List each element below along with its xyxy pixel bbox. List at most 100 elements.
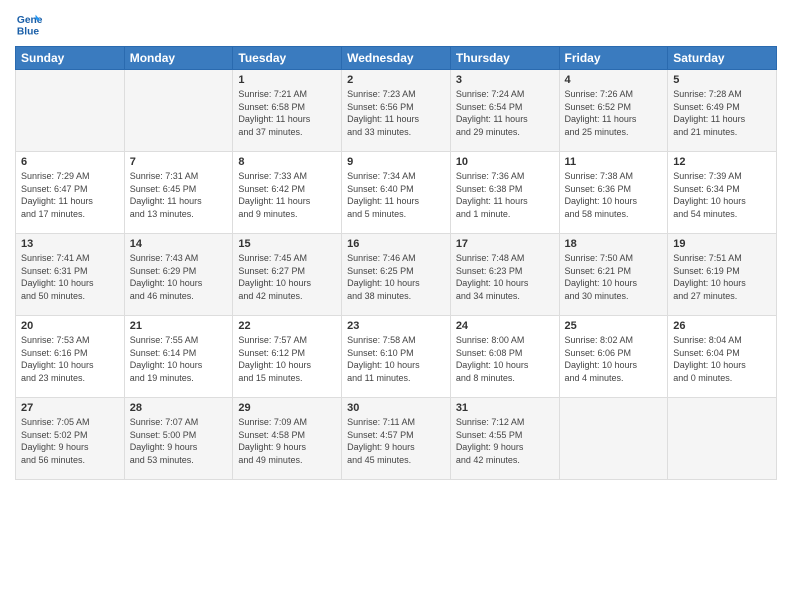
- day-info: Sunrise: 7:46 AM Sunset: 6:25 PM Dayligh…: [347, 252, 445, 302]
- calendar-container: General Blue SundayMondayTuesdayWednesda…: [0, 0, 792, 485]
- calendar-cell: [668, 398, 777, 480]
- day-info: Sunrise: 7:39 AM Sunset: 6:34 PM Dayligh…: [673, 170, 771, 220]
- day-info: Sunrise: 7:31 AM Sunset: 6:45 PM Dayligh…: [130, 170, 228, 220]
- calendar-cell: 25Sunrise: 8:02 AM Sunset: 6:06 PM Dayli…: [559, 316, 668, 398]
- calendar-cell: 6 Sunrise: 7:29 AM Sunset: 6:47 PM Daylig…: [16, 152, 125, 234]
- day-number: 29: [238, 402, 336, 414]
- day-info: Sunrise: 7:34 AM Sunset: 6:40 PM Dayligh…: [347, 170, 445, 220]
- day-number: 21: [130, 320, 228, 332]
- calendar-cell: 13Sunrise: 7:41 AM Sunset: 6:31 PM Dayli…: [16, 234, 125, 316]
- week-row-2: 6 Sunrise: 7:29 AM Sunset: 6:47 PM Daylig…: [16, 152, 777, 234]
- day-number: 22: [238, 320, 336, 332]
- calendar-cell: 31 Sunrise: 7:12 AM Sunset: 4:55 PM Dayli…: [450, 398, 559, 480]
- day-number: 2: [347, 74, 445, 86]
- calendar-cell: [124, 70, 233, 152]
- day-number: 17: [456, 238, 554, 250]
- calendar-cell: 2Sunrise: 7:23 AM Sunset: 6:56 PM Daylig…: [342, 70, 451, 152]
- calendar-cell: 16Sunrise: 7:46 AM Sunset: 6:25 PM Dayli…: [342, 234, 451, 316]
- calendar-cell: 18 Sunrise: 7:50 AM Sunset: 6:21 PM Dayli…: [559, 234, 668, 316]
- calendar-cell: 21 Sunrise: 7:55 AM Sunset: 6:14 PM Dayli…: [124, 316, 233, 398]
- day-info: Sunrise: 7:12 AM Sunset: 4:55 PM Dayligh…: [456, 416, 554, 466]
- calendar-cell: 19 Sunrise: 7:51 AM Sunset: 6:19 PM Dayli…: [668, 234, 777, 316]
- week-row-1: 1 Sunrise: 7:21 AM Sunset: 6:58 PM Daylig…: [16, 70, 777, 152]
- calendar-cell: 8 Sunrise: 7:33 AM Sunset: 6:42 PM Daylig…: [233, 152, 342, 234]
- weekday-header-monday: Monday: [124, 47, 233, 70]
- calendar-cell: 14Sunrise: 7:43 AM Sunset: 6:29 PM Dayli…: [124, 234, 233, 316]
- day-info: Sunrise: 7:29 AM Sunset: 6:47 PM Dayligh…: [21, 170, 119, 220]
- day-number: 5: [673, 74, 771, 86]
- calendar-cell: 7 Sunrise: 7:31 AM Sunset: 6:45 PM Daylig…: [124, 152, 233, 234]
- calendar-cell: 24 Sunrise: 8:00 AM Sunset: 6:08 PM Dayli…: [450, 316, 559, 398]
- day-info: Sunrise: 8:04 AM Sunset: 6:04 PM Dayligh…: [673, 334, 771, 384]
- calendar-cell: 11 Sunrise: 7:38 AM Sunset: 6:36 PM Dayli…: [559, 152, 668, 234]
- calendar-cell: 12 Sunrise: 7:39 AM Sunset: 6:34 PM Dayli…: [668, 152, 777, 234]
- day-number: 9: [347, 156, 445, 168]
- day-info: Sunrise: 7:09 AM Sunset: 4:58 PM Dayligh…: [238, 416, 336, 466]
- calendar-cell: 9 Sunrise: 7:34 AM Sunset: 6:40 PM Daylig…: [342, 152, 451, 234]
- calendar-cell: [16, 70, 125, 152]
- day-number: 19: [673, 238, 771, 250]
- day-number: 8: [238, 156, 336, 168]
- day-info: Sunrise: 7:38 AM Sunset: 6:36 PM Dayligh…: [565, 170, 663, 220]
- calendar-cell: 30 Sunrise: 7:11 AM Sunset: 4:57 PM Dayli…: [342, 398, 451, 480]
- calendar-cell: 5 Sunrise: 7:28 AM Sunset: 6:49 PM Daylig…: [668, 70, 777, 152]
- day-number: 10: [456, 156, 554, 168]
- day-number: 31: [456, 402, 554, 414]
- day-number: 30: [347, 402, 445, 414]
- logo-icon: General Blue: [15, 10, 43, 38]
- weekday-header-friday: Friday: [559, 47, 668, 70]
- day-number: 13: [21, 238, 119, 250]
- calendar-header: General Blue: [15, 10, 777, 38]
- day-number: 25: [565, 320, 663, 332]
- day-info: Sunrise: 7:11 AM Sunset: 4:57 PM Dayligh…: [347, 416, 445, 466]
- day-info: Sunrise: 7:05 AM Sunset: 5:02 PM Dayligh…: [21, 416, 119, 466]
- calendar-cell: 4 Sunrise: 7:26 AM Sunset: 6:52 PM Daylig…: [559, 70, 668, 152]
- day-info: Sunrise: 7:36 AM Sunset: 6:38 PM Dayligh…: [456, 170, 554, 220]
- day-number: 4: [565, 74, 663, 86]
- day-number: 6: [21, 156, 119, 168]
- day-info: Sunrise: 7:43 AM Sunset: 6:29 PM Dayligh…: [130, 252, 228, 302]
- day-number: 28: [130, 402, 228, 414]
- calendar-cell: 17 Sunrise: 7:48 AM Sunset: 6:23 PM Dayli…: [450, 234, 559, 316]
- calendar-cell: 29 Sunrise: 7:09 AM Sunset: 4:58 PM Dayli…: [233, 398, 342, 480]
- week-row-4: 20 Sunrise: 7:53 AM Sunset: 6:16 PM Dayli…: [16, 316, 777, 398]
- day-info: Sunrise: 7:51 AM Sunset: 6:19 PM Dayligh…: [673, 252, 771, 302]
- calendar-table: SundayMondayTuesdayWednesdayThursdayFrid…: [15, 46, 777, 480]
- weekday-header-thursday: Thursday: [450, 47, 559, 70]
- day-info: Sunrise: 7:48 AM Sunset: 6:23 PM Dayligh…: [456, 252, 554, 302]
- calendar-cell: 1 Sunrise: 7:21 AM Sunset: 6:58 PM Daylig…: [233, 70, 342, 152]
- day-number: 7: [130, 156, 228, 168]
- day-info: Sunrise: 7:55 AM Sunset: 6:14 PM Dayligh…: [130, 334, 228, 384]
- calendar-cell: 23Sunrise: 7:58 AM Sunset: 6:10 PM Dayli…: [342, 316, 451, 398]
- day-number: 3: [456, 74, 554, 86]
- svg-text:Blue: Blue: [17, 26, 40, 37]
- weekday-header-sunday: Sunday: [16, 47, 125, 70]
- day-info: Sunrise: 7:21 AM Sunset: 6:58 PM Dayligh…: [238, 88, 336, 138]
- day-number: 24: [456, 320, 554, 332]
- day-number: 12: [673, 156, 771, 168]
- day-info: Sunrise: 7:53 AM Sunset: 6:16 PM Dayligh…: [21, 334, 119, 384]
- day-number: 26: [673, 320, 771, 332]
- calendar-cell: 20 Sunrise: 7:53 AM Sunset: 6:16 PM Dayli…: [16, 316, 125, 398]
- day-number: 11: [565, 156, 663, 168]
- day-info: Sunrise: 7:33 AM Sunset: 6:42 PM Dayligh…: [238, 170, 336, 220]
- day-info: Sunrise: 7:50 AM Sunset: 6:21 PM Dayligh…: [565, 252, 663, 302]
- calendar-cell: 10 Sunrise: 7:36 AM Sunset: 6:38 PM Dayli…: [450, 152, 559, 234]
- day-number: 1: [238, 74, 336, 86]
- weekday-header-saturday: Saturday: [668, 47, 777, 70]
- day-info: Sunrise: 8:00 AM Sunset: 6:08 PM Dayligh…: [456, 334, 554, 384]
- calendar-cell: [559, 398, 668, 480]
- day-number: 20: [21, 320, 119, 332]
- week-row-3: 13Sunrise: 7:41 AM Sunset: 6:31 PM Dayli…: [16, 234, 777, 316]
- week-row-5: 27Sunrise: 7:05 AM Sunset: 5:02 PM Dayli…: [16, 398, 777, 480]
- day-info: Sunrise: 7:24 AM Sunset: 6:54 PM Dayligh…: [456, 88, 554, 138]
- day-info: Sunrise: 7:26 AM Sunset: 6:52 PM Dayligh…: [565, 88, 663, 138]
- day-number: 15: [238, 238, 336, 250]
- day-number: 18: [565, 238, 663, 250]
- day-info: Sunrise: 7:57 AM Sunset: 6:12 PM Dayligh…: [238, 334, 336, 384]
- day-info: Sunrise: 7:58 AM Sunset: 6:10 PM Dayligh…: [347, 334, 445, 384]
- weekday-header-tuesday: Tuesday: [233, 47, 342, 70]
- weekday-header-wednesday: Wednesday: [342, 47, 451, 70]
- calendar-cell: 28Sunrise: 7:07 AM Sunset: 5:00 PM Dayli…: [124, 398, 233, 480]
- day-info: Sunrise: 7:28 AM Sunset: 6:49 PM Dayligh…: [673, 88, 771, 138]
